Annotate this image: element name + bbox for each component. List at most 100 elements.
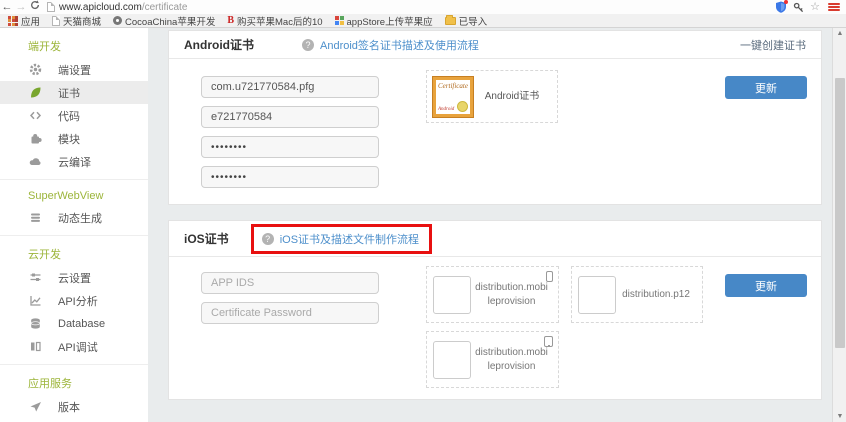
chart-icon xyxy=(28,294,42,308)
sidebar-item-api-debug[interactable]: API调试 xyxy=(0,335,148,358)
bookmark-mac-guide[interactable]: B 购买苹果Mac后的10 xyxy=(223,14,326,28)
android-card-header: Android证书 ? Android签名证书描述及使用流程 一键创建证书 xyxy=(169,31,821,59)
android-section-title: Android证书 xyxy=(184,36,254,53)
android-cert-label: Android证书 xyxy=(473,90,551,104)
bookmark-star-icon[interactable]: ☆ xyxy=(810,2,820,13)
sidebar-section-app-services: 应用服务 xyxy=(0,365,148,395)
bookmark-imported-folder[interactable]: 已导入 xyxy=(441,14,492,28)
sidebar-item-database[interactable]: Database xyxy=(0,312,148,335)
page-icon xyxy=(47,2,55,12)
sidebar-item-dynamic-generate[interactable]: 动态生成 xyxy=(0,206,148,229)
sidebar-item-label: 版本 xyxy=(58,399,80,415)
version-icon xyxy=(28,400,42,414)
refresh-icon xyxy=(30,0,40,10)
sidebar-item-client-settings[interactable]: 端设置 xyxy=(0,58,148,81)
page-icon xyxy=(52,16,60,26)
code-icon xyxy=(28,109,42,123)
upload-placeholder-square xyxy=(578,276,616,314)
phone-icon xyxy=(546,271,553,282)
sidebar-item-label: Database xyxy=(58,318,105,330)
chrome-menu-icon[interactable] xyxy=(826,2,842,12)
refresh-button[interactable] xyxy=(28,0,42,14)
folder-icon xyxy=(445,17,456,25)
sidebar-item-certificate[interactable]: 证书 xyxy=(0,81,148,104)
sidebar-item-label: 云编译 xyxy=(58,154,91,170)
android-cert-preview-box[interactable]: Certificate Android Android证书 xyxy=(426,70,558,123)
android-password-field[interactable] xyxy=(201,136,379,158)
sidebar-item-label: 模块 xyxy=(58,131,80,147)
android-password-confirm-field[interactable] xyxy=(201,166,379,188)
sidebar-item-version[interactable]: 版本 xyxy=(0,395,148,418)
ios-certificate-card: iOS证书 ? iOS证书及描述文件制作流程 distribution.mobi… xyxy=(168,220,822,400)
p12-upload[interactable]: distribution.p12 xyxy=(571,266,703,323)
sidebar-section-superwebview: SuperWebView xyxy=(0,180,148,206)
certificate-password-field[interactable] xyxy=(201,302,379,324)
address-bar[interactable]: www.apicloud.com/certificate xyxy=(59,2,187,13)
bookmark-label: appStore上传苹果应 xyxy=(347,14,433,28)
upload-placeholder-square xyxy=(433,276,471,314)
bookmark-label: CocoaChina苹果开发 xyxy=(125,14,215,28)
bookmark-appstore[interactable]: appStore上传苹果应 xyxy=(331,14,437,28)
android-card-body: Certificate Android Android证书 更新 xyxy=(169,59,821,205)
app-ids-field[interactable] xyxy=(201,272,379,294)
module-icon xyxy=(28,132,42,146)
sidebar-section-cloud-dev: 云开发 xyxy=(0,236,148,266)
sliders-icon xyxy=(28,271,42,285)
sidebar-item-label: API分析 xyxy=(58,293,98,309)
ios-guide-link[interactable]: iOS证书及描述文件制作流程 xyxy=(280,231,419,247)
bookmark-cocoachina[interactable]: CocoaChina苹果开发 xyxy=(109,14,219,28)
url-host: www.apicloud.com xyxy=(59,2,142,13)
android-certificate-card: Android证书 ? Android签名证书描述及使用流程 一键创建证书 Ce… xyxy=(168,30,822,205)
back-button[interactable]: ← xyxy=(0,0,14,14)
ios-section-title: iOS证书 xyxy=(184,230,229,247)
sidebar-item-code[interactable]: 代码 xyxy=(0,104,148,127)
android-guide-link[interactable]: Android签名证书描述及使用流程 xyxy=(320,37,479,53)
api-debug-icon xyxy=(28,340,42,354)
scroll-down-arrow[interactable]: ▼ xyxy=(833,413,846,420)
sidebar-item-label: 代码 xyxy=(58,108,80,124)
browser-toolbar: ← → www.apicloud.com/certificate ☆ xyxy=(0,0,846,14)
mobileprovision-tablet-upload[interactable]: distribution.mobileprovision xyxy=(426,331,559,388)
android-package-field[interactable] xyxy=(201,76,379,98)
ios-update-button[interactable]: 更新 xyxy=(725,274,807,297)
sidebar-item-cloud-fix[interactable]: 云修复 xyxy=(0,418,148,422)
android-alias-field[interactable] xyxy=(201,106,379,128)
cocoachina-icon xyxy=(113,16,122,25)
cloud-icon xyxy=(28,155,42,169)
upload-filename: distribution.mobileprovision xyxy=(471,281,552,308)
bookmark-tmall[interactable]: 天猫商城 xyxy=(48,14,105,28)
scroll-up-arrow[interactable]: ▲ xyxy=(833,30,846,37)
gear-icon xyxy=(28,63,42,77)
certificate-stamp-text: Certificate xyxy=(436,80,470,90)
sidebar-item-module[interactable]: 模块 xyxy=(0,127,148,150)
forward-button[interactable]: → xyxy=(14,0,28,14)
bookmark-apps[interactable]: 应用 xyxy=(4,14,44,28)
mobileprovision-phone-upload[interactable]: distribution.mobileprovision xyxy=(426,266,559,323)
bookmarks-bar: 应用 天猫商城 CocoaChina苹果开发 B 购买苹果Mac后的10 app… xyxy=(0,14,846,28)
scrollbar[interactable]: ▲ ▼ xyxy=(832,28,846,422)
sidebar-item-label: API调试 xyxy=(58,339,98,355)
certificate-signature: Android xyxy=(438,107,454,112)
layers-icon xyxy=(28,211,42,225)
red-b-icon: B xyxy=(227,15,234,26)
scrollbar-thumb[interactable] xyxy=(835,78,845,348)
ios-form xyxy=(201,272,379,332)
tablet-icon xyxy=(544,336,553,347)
sidebar: 端开发 端设置 证书 代码 模块 云编译 SuperWebView 动态生成 云… xyxy=(0,28,148,422)
bookmark-label: 天猫商城 xyxy=(63,14,101,28)
appstore-icon xyxy=(335,16,344,25)
help-icon: ? xyxy=(262,233,274,245)
bookmark-label: 应用 xyxy=(21,14,40,28)
upload-filename: distribution.mobileprovision xyxy=(471,346,552,373)
key-icon[interactable] xyxy=(793,2,804,13)
notification-dot xyxy=(784,0,788,4)
help-icon: ? xyxy=(302,39,314,51)
apps-grid-icon xyxy=(8,16,18,26)
sidebar-item-api-analytics[interactable]: API分析 xyxy=(0,289,148,312)
sidebar-item-cloud-settings[interactable]: 云设置 xyxy=(0,266,148,289)
extension-shield-icon[interactable] xyxy=(775,1,787,13)
android-update-button[interactable]: 更新 xyxy=(725,76,807,99)
sidebar-item-label: 端设置 xyxy=(58,62,91,78)
sidebar-item-cloud-compile[interactable]: 云编译 xyxy=(0,150,148,173)
one-click-create-cert-link[interactable]: 一键创建证书 xyxy=(740,37,806,53)
